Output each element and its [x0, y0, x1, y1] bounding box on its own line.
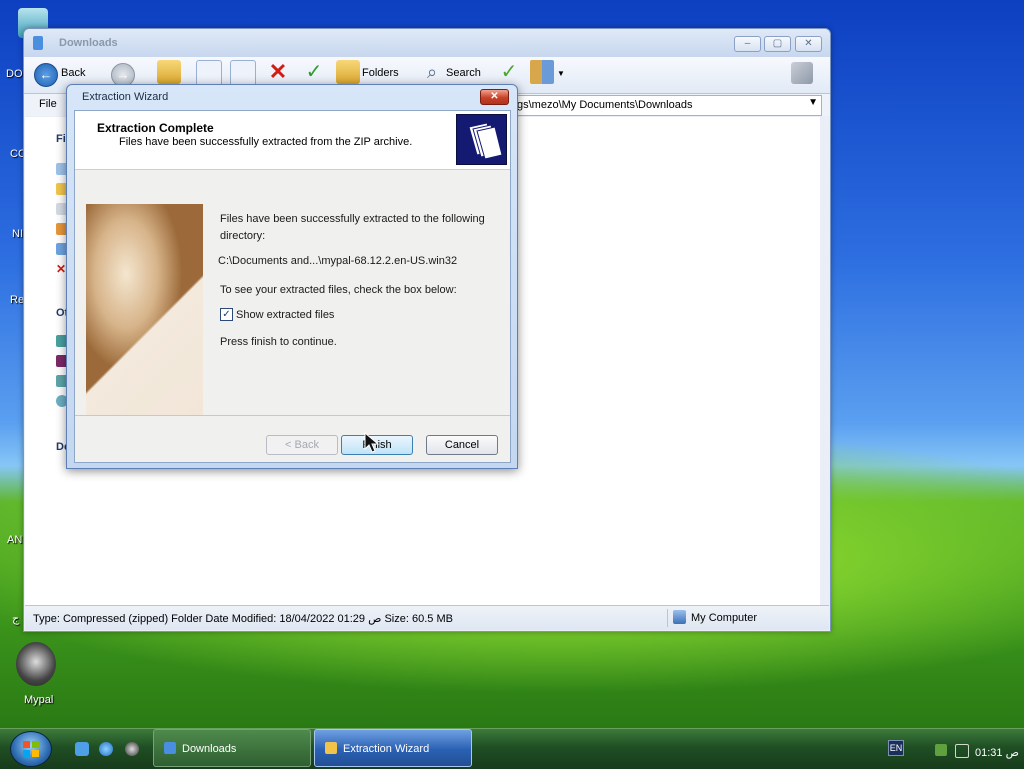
- tray-icon-2[interactable]: [955, 744, 969, 758]
- extract-icon[interactable]: ✓: [497, 60, 521, 84]
- status-divider: [667, 609, 668, 627]
- windows-logo-icon: [23, 741, 39, 757]
- ie-icon[interactable]: [99, 742, 113, 756]
- status-text: Type: Compressed (zipped) Folder Date Mo…: [33, 613, 453, 625]
- back-button-label[interactable]: Back: [61, 67, 85, 79]
- taskbar-item-downloads[interactable]: Downloads: [153, 729, 311, 767]
- search-button-label[interactable]: Search: [446, 67, 481, 79]
- taskbar-item-label: Downloads: [182, 743, 237, 755]
- wizard-footer: < Back Finish Cancel: [75, 416, 510, 462]
- mouse-cursor-icon: [364, 432, 380, 453]
- status-zone: My Computer: [691, 612, 758, 624]
- wizard-body: Extraction Complete Files have been succ…: [74, 110, 511, 463]
- instruction-text: To see your extracted files, check the b…: [220, 284, 457, 296]
- taskbar-item-extraction-wizard[interactable]: Extraction Wizard: [314, 729, 472, 767]
- status-bar: Type: Compressed (zipped) Folder Date Mo…: [25, 605, 829, 630]
- continue-text: Press finish to continue.: [220, 336, 337, 348]
- search-icon[interactable]: ⌕: [420, 60, 444, 84]
- menu-file[interactable]: File: [39, 98, 57, 110]
- mypal-quicklaunch-icon[interactable]: [125, 742, 139, 756]
- wizard-header-subtitle: Files have been successfully extracted f…: [119, 136, 413, 148]
- back-arrow-icon[interactable]: ←: [34, 63, 58, 87]
- start-button[interactable]: [10, 731, 52, 767]
- taskbar-item-label: Extraction Wizard: [343, 743, 430, 755]
- minimize-button[interactable]: –: [734, 36, 761, 52]
- address-text: gs\mezo\My Documents\Downloads: [517, 99, 693, 111]
- maximize-button[interactable]: ▢: [764, 36, 791, 52]
- copy-to-icon[interactable]: [230, 60, 256, 86]
- show-files-checkbox[interactable]: ✓: [220, 308, 233, 321]
- back-button[interactable]: < Back: [266, 435, 338, 455]
- extraction-wizard-dialog[interactable]: Extraction Wizard ✕ Extraction Complete …: [66, 84, 518, 469]
- wizard-close-button[interactable]: ✕: [480, 89, 509, 105]
- extracted-path: C:\Documents and...\mypal-68.12.2.en-US.…: [218, 255, 458, 267]
- explorer-title: Downloads: [59, 37, 118, 49]
- extract-folder-icon: [456, 114, 507, 165]
- desktop-label-1: DO: [6, 68, 23, 80]
- folder-icon: [164, 742, 176, 754]
- wizard-title: Extraction Wizard: [82, 91, 169, 103]
- tray-clock: 01:31 ص: [975, 747, 1019, 759]
- folders-icon[interactable]: [336, 60, 360, 84]
- mypal-icon[interactable]: [16, 642, 56, 686]
- wizard-header: Extraction Complete Files have been succ…: [75, 111, 510, 170]
- tray-icon-1[interactable]: [935, 744, 947, 756]
- folders-button-label[interactable]: Folders: [362, 67, 399, 79]
- cancel-button[interactable]: Cancel: [426, 435, 498, 455]
- wizard-header-title: Extraction Complete: [97, 121, 214, 135]
- my-computer-icon: [673, 610, 686, 624]
- address-dropdown-icon[interactable]: ▼: [808, 97, 818, 108]
- close-button[interactable]: ✕: [795, 36, 822, 52]
- up-folder-icon[interactable]: [157, 60, 181, 84]
- address-bar[interactable]: gs\mezo\My Documents\Downloads ▼: [514, 95, 822, 116]
- wizard-side-image: [86, 204, 203, 428]
- move-to-icon[interactable]: [196, 60, 222, 86]
- desktop-label-6: ج: [12, 613, 20, 625]
- wizard-content: Files have been successfully extracted t…: [75, 170, 510, 428]
- language-indicator[interactable]: EN: [888, 740, 904, 756]
- desktop-label-3: NI: [12, 228, 23, 240]
- desktop-label-5: AN: [7, 534, 23, 546]
- folder-icon: [325, 742, 337, 754]
- result-line-2: directory:: [220, 230, 266, 242]
- show-files-label[interactable]: Show extracted files: [236, 309, 334, 321]
- result-line-1: Files have been successfully extracted t…: [220, 213, 485, 225]
- task-pane: Fil ✕ Ot De: [25, 117, 70, 605]
- properties-icon[interactable]: ✓: [302, 60, 326, 84]
- folder-icon: [33, 36, 43, 50]
- desktop-label-mypal: Mypal: [24, 694, 54, 706]
- views-icon[interactable]: [530, 60, 554, 84]
- delete-icon[interactable]: ✕: [266, 60, 290, 84]
- windows-logo-icon: [791, 62, 813, 84]
- explorer-titlebar[interactable]: Downloads – ▢ ✕: [24, 29, 830, 57]
- quicklaunch-icon-1[interactable]: [75, 742, 89, 756]
- views-dropdown-icon[interactable]: ▼: [557, 69, 565, 78]
- desktop-label-4: Re: [10, 294, 25, 306]
